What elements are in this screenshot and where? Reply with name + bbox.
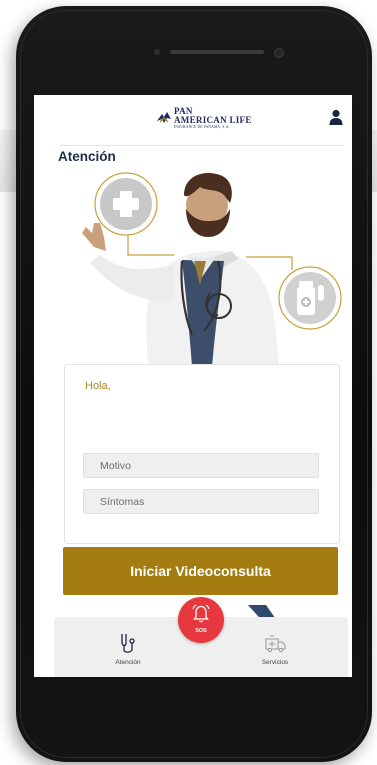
start-videoconsult-button[interactable]: Iniciar Videoconsulta bbox=[63, 547, 338, 595]
stethoscope-icon bbox=[121, 634, 135, 653]
app-screen: PAN AMERICAN LIFE INSURANCE DE PANAMÁ, S… bbox=[34, 95, 352, 677]
brand-name: AMERICAN LIFE bbox=[174, 114, 252, 125]
page-title: Atención bbox=[58, 149, 116, 164]
sensor-dot bbox=[154, 49, 160, 55]
reason-input[interactable] bbox=[83, 453, 319, 478]
phone-speaker bbox=[170, 50, 264, 54]
tab-servicios[interactable]: Servicios bbox=[225, 617, 325, 677]
eagle-logo-icon bbox=[157, 112, 171, 123]
greeting-text: Hola, bbox=[85, 380, 111, 392]
brand-logo: PAN AMERICAN LIFE INSURANCE DE PANAMÁ, S… bbox=[156, 106, 252, 130]
tab-atencion-label: Atención bbox=[115, 659, 141, 666]
tab-servicios-label: Servicios bbox=[261, 659, 289, 666]
user-icon[interactable] bbox=[329, 109, 343, 125]
medicine-bottle-icon bbox=[278, 266, 342, 330]
sos-button[interactable]: SOS bbox=[178, 597, 224, 643]
header-divider bbox=[60, 145, 344, 146]
symptoms-input[interactable] bbox=[83, 489, 319, 514]
consultation-form-card: Hola, bbox=[64, 364, 340, 544]
brand-wordmark: PAN AMERICAN LIFE INSURANCE DE PANAMÁ, S… bbox=[174, 106, 252, 130]
front-camera bbox=[274, 48, 284, 58]
sos-label: SOS bbox=[195, 628, 207, 634]
alarm-bell-icon bbox=[192, 604, 210, 623]
tab-atencion[interactable]: Atención bbox=[78, 617, 178, 677]
brand-subtitle: INSURANCE DE PANAMÁ, S.A. bbox=[174, 124, 230, 129]
app-header: PAN AMERICAN LIFE INSURANCE DE PANAMÁ, S… bbox=[34, 95, 352, 145]
medical-cross-icon bbox=[94, 172, 158, 236]
ambulance-icon bbox=[265, 635, 286, 653]
